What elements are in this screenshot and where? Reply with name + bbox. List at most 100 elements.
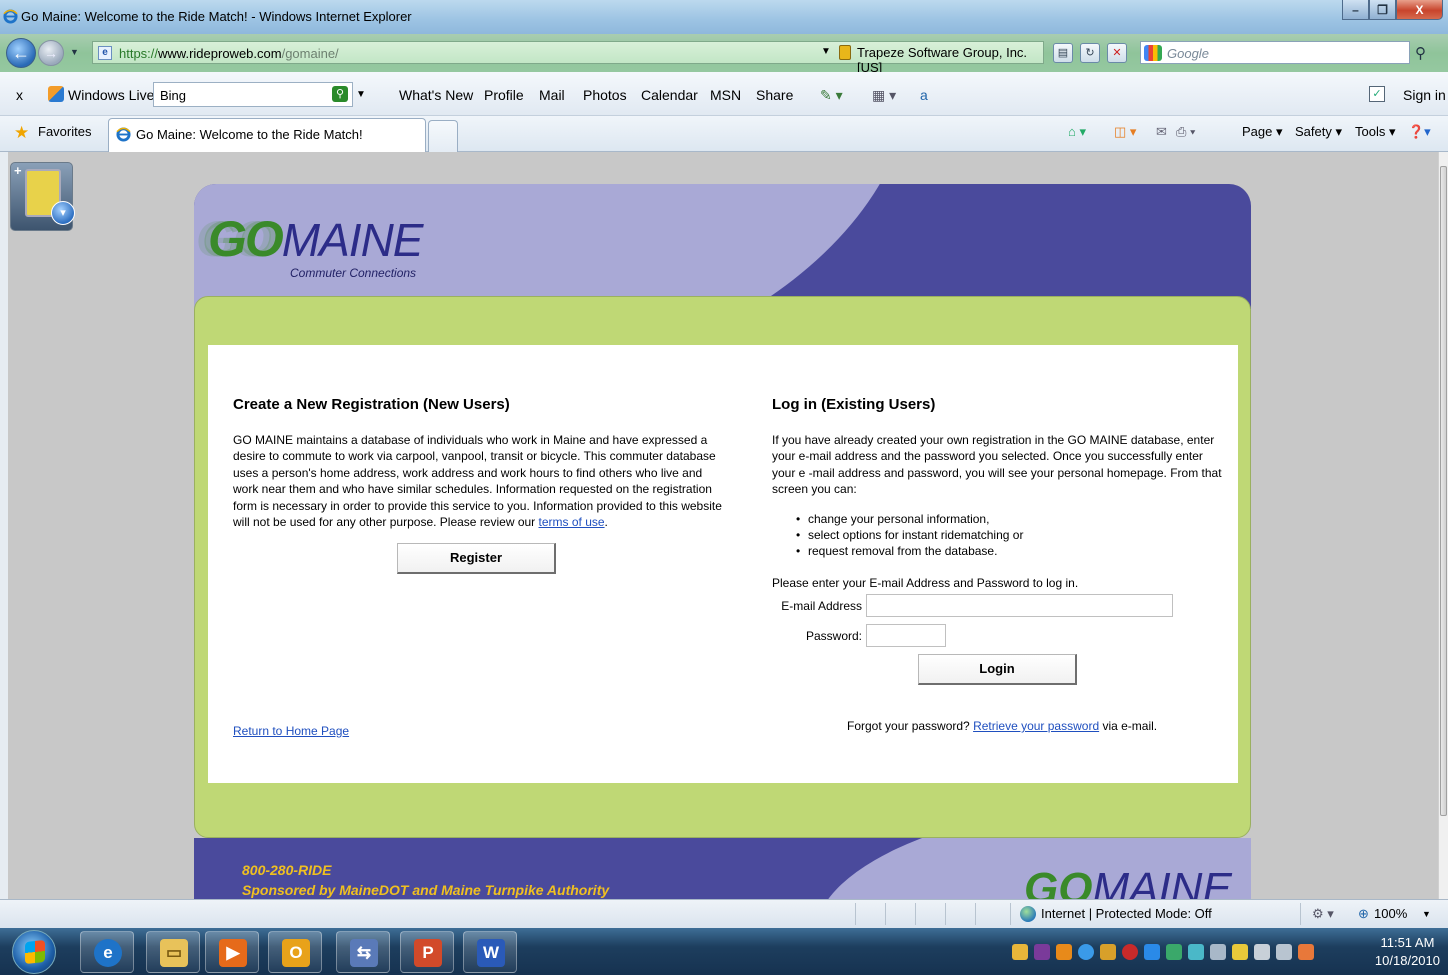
list-item: select options for instant ridematching … [796, 527, 1023, 544]
maximize-button[interactable]: ❐ [1369, 0, 1396, 20]
scrollbar-thumb[interactable] [1440, 166, 1447, 816]
toolbar-mail[interactable]: Mail [539, 87, 565, 103]
search-input[interactable]: Google [1140, 41, 1410, 64]
register-button[interactable]: Register [397, 543, 556, 574]
outlook-icon: O [282, 939, 310, 967]
login-prompt: Please enter your E-mail Address and Pas… [772, 576, 1079, 590]
padlock-icon[interactable] [839, 45, 851, 60]
new-tab-button[interactable] [428, 120, 458, 152]
tools-menu[interactable]: Tools ▾ [1355, 124, 1396, 140]
translate-icon[interactable]: a [920, 87, 928, 103]
search-icon[interactable]: ⚲ [1415, 44, 1426, 62]
toolbar-calendar[interactable]: Calendar [641, 87, 698, 103]
tray-mail-icon[interactable] [1012, 944, 1028, 960]
terms-of-use-link[interactable]: terms of use [539, 515, 605, 529]
taskbar-word[interactable]: W [463, 931, 517, 973]
print-icon[interactable]: ⎙ ▾ [1176, 124, 1195, 140]
edit-icon[interactable]: ✎ ▾ [820, 87, 843, 104]
calendar-icon[interactable]: ▦ ▾ [872, 87, 896, 104]
bing-search-icon[interactable]: ⚲ [332, 86, 348, 102]
gadget-options-icon[interactable]: ▾ [51, 201, 75, 225]
tray-onenote-icon[interactable] [1034, 944, 1050, 960]
site-logo[interactable]: GOMAINE Commuter Connections [208, 210, 423, 280]
email-field[interactable] [866, 594, 1173, 617]
tray-sync-icon[interactable] [1144, 944, 1160, 960]
taskbar-network[interactable]: ⇆ [336, 931, 390, 973]
security-zone[interactable]: Internet | Protected Mode: Off [1041, 906, 1212, 921]
windows-live-icon [48, 86, 64, 102]
tray-app-icon[interactable] [1100, 944, 1116, 960]
start-button[interactable] [12, 930, 56, 974]
toolbar-share[interactable]: Share [756, 87, 793, 103]
content-frame: Create a New Registration (New Users) GO… [194, 296, 1251, 838]
read-mail-icon[interactable]: ✉ [1156, 124, 1167, 140]
windows-live-link[interactable]: Windows Live [68, 87, 154, 103]
toolbar-whats-new[interactable]: What's New [399, 87, 473, 103]
taskbar-ie[interactable]: e [80, 931, 134, 973]
return-home-link[interactable]: Return to Home Page [233, 723, 349, 739]
compatibility-view-icon[interactable]: ▤ [1053, 43, 1073, 63]
password-field[interactable] [866, 624, 946, 647]
refresh-icon[interactable]: ↻ [1080, 43, 1100, 63]
tray-outlook-icon[interactable] [1056, 944, 1072, 960]
close-toolbar-button[interactable]: x [16, 87, 23, 103]
window-title-bar: Go Maine: Welcome to the Ride Match! - W… [0, 0, 1448, 34]
url-field[interactable]: e https://www.rideproweb.com/gomaine/ ▼ … [92, 41, 1044, 75]
add-gadget-icon[interactable]: + [14, 163, 22, 178]
taskbar-powerpoint[interactable]: P [400, 931, 454, 973]
tray-wireless-icon[interactable] [1188, 944, 1204, 960]
minimize-button[interactable]: – [1342, 0, 1369, 20]
bing-dropdown-icon[interactable]: ▼ [356, 89, 366, 100]
sign-in-icon[interactable]: ✓ [1369, 86, 1385, 102]
help-icon[interactable]: ❓▾ [1408, 124, 1431, 140]
taskbar-explorer[interactable]: ▭ [146, 931, 200, 973]
tray-messenger-icon[interactable] [1078, 944, 1094, 960]
register-description: GO MAINE maintains a database of individ… [233, 433, 722, 530]
popup-blocker-icon[interactable]: ⚙ ▾ [1312, 906, 1334, 922]
close-window-button[interactable]: X [1396, 0, 1443, 20]
forward-button[interactable]: → [38, 40, 64, 66]
retrieve-password-link[interactable]: Retrieve your password [973, 719, 1099, 733]
clock-time: 11:51 AM [1380, 935, 1435, 950]
tray-action-center-icon[interactable] [1232, 944, 1248, 960]
tray-security-icon[interactable] [1122, 944, 1138, 960]
taskbar-clock[interactable]: 11:51 AM 10/18/2010 [1375, 934, 1440, 970]
bing-search-input[interactable]: Bing [153, 82, 353, 107]
feeds-icon[interactable]: ◫ ▾ [1114, 124, 1136, 140]
vertical-scrollbar[interactable] [1438, 152, 1448, 899]
zoom-level[interactable]: 100% [1374, 906, 1407, 921]
url-dropdown-icon[interactable]: ▼ [821, 46, 831, 57]
sign-in-link[interactable]: Sign in [1403, 87, 1446, 103]
favorites-star-icon[interactable]: ★ [14, 123, 29, 143]
email-label: E-mail Address [781, 599, 862, 613]
taskbar-outlook[interactable]: O [268, 931, 322, 973]
site-header: GOMAINE Commuter Connections [194, 184, 1251, 309]
certificate-label[interactable]: Trapeze Software Group, Inc. [US] [857, 45, 1043, 75]
tray-volume-icon[interactable] [1298, 944, 1314, 960]
toolbar-msn[interactable]: MSN [710, 87, 741, 103]
zoom-dropdown-icon[interactable]: ▼ [1422, 909, 1431, 919]
clock-date: 10/18/2010 [1374, 953, 1440, 968]
stop-icon[interactable]: ✕ [1107, 43, 1127, 63]
login-description: If you have already created your own reg… [772, 433, 1222, 497]
favorites-button[interactable]: Favorites [38, 124, 91, 139]
safety-menu[interactable]: Safety ▾ [1295, 124, 1342, 140]
zoom-icon[interactable]: ⊕ [1358, 906, 1369, 922]
home-icon[interactable]: ⌂ ▾ [1068, 124, 1086, 140]
back-button[interactable]: ← [6, 38, 36, 68]
recent-pages-dropdown[interactable]: ▼ [70, 47, 79, 57]
tray-power-icon[interactable] [1254, 944, 1270, 960]
toolbar-photos[interactable]: Photos [583, 87, 627, 103]
url-text[interactable]: https://www.rideproweb.com/gomaine/ [119, 46, 339, 61]
tray-update-icon[interactable] [1166, 944, 1182, 960]
tray-device-icon[interactable] [1210, 944, 1226, 960]
ie-logo-icon [3, 9, 18, 24]
sidebar-gadget[interactable]: + ▾ [10, 162, 75, 231]
register-heading: Create a New Registration (New Users) [233, 396, 510, 413]
page-menu[interactable]: Page ▾ [1242, 124, 1283, 140]
toolbar-profile[interactable]: Profile [484, 87, 524, 103]
login-button[interactable]: Login [918, 654, 1077, 685]
taskbar-media[interactable]: ▶ [205, 931, 259, 973]
tab-go-maine[interactable]: Go Maine: Welcome to the Ride Match! [108, 118, 426, 152]
tray-network-icon[interactable] [1276, 944, 1292, 960]
